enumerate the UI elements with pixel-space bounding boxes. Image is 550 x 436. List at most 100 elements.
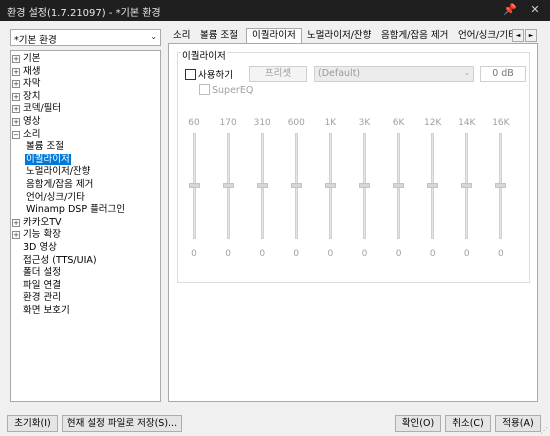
tree-item[interactable]: + 기본 xyxy=(12,53,41,65)
band-value-label: 0 xyxy=(361,249,368,259)
cancel-button[interactable]: 취소(C) xyxy=(445,415,491,432)
collapse-icon[interactable]: − xyxy=(12,130,20,139)
tree-item[interactable]: + 카카오TV xyxy=(12,217,63,229)
tab-1[interactable]: 볼륨 조절 xyxy=(195,29,243,43)
chevron-down-icon: ⌄ xyxy=(464,69,470,77)
expand-icon[interactable]: + xyxy=(12,80,20,89)
tab-3[interactable]: 노멀라이저/잔향 xyxy=(302,29,376,43)
resize-grip-icon[interactable]: ⋰ xyxy=(540,426,550,436)
expand-icon[interactable]: + xyxy=(12,55,20,63)
window-title: 환경 설정(1.7.21097) - *기본 환경 xyxy=(7,8,161,19)
tree-item-label: 코덱/필터 xyxy=(23,103,62,115)
tree-item-label: 영상 xyxy=(23,116,41,127)
tree-item[interactable]: + 자막 xyxy=(12,78,41,90)
supereq-checkbox[interactable]: SuperEQ xyxy=(199,84,253,96)
tree-item[interactable]: 3D 영상 xyxy=(22,242,58,254)
chevron-down-icon: ⌄ xyxy=(150,32,157,41)
band-frequency-label: 170 xyxy=(219,118,237,128)
tree-item[interactable]: 환경 관리 xyxy=(22,292,62,304)
preset-selector[interactable]: *기본 환경 ⌄ xyxy=(10,29,161,46)
enable-label: 사용하기 xyxy=(198,70,233,81)
band-value-label: 0 xyxy=(225,249,231,259)
band-value-label: 0 xyxy=(395,249,402,259)
tree-item-label: Winamp DSP 플러그인 xyxy=(26,204,126,216)
tree-item-label: 기능 확장 xyxy=(23,229,61,241)
band-slider-thumb[interactable] xyxy=(222,183,234,188)
tab-2[interactable]: 이퀄라이저 xyxy=(246,28,302,44)
band-slider-thumb[interactable] xyxy=(427,183,439,188)
save-current-config-button[interactable]: 현재 설정 파일로 저장(S)... xyxy=(62,415,182,432)
tree-item[interactable]: + 영상 xyxy=(12,116,41,128)
band-slider-thumb[interactable] xyxy=(188,183,200,188)
tree-item[interactable]: 볼륨 조절 xyxy=(25,141,65,153)
tree-item[interactable]: + 장치 xyxy=(12,91,41,103)
equalizer-group: 이퀄라이저 사용하기 프리셋 (Default) ⌄ 0 dB SuperEQ … xyxy=(177,48,530,283)
tree-item[interactable]: 접근성 (TTS/UIA) xyxy=(22,255,98,267)
band-frequency-label: 3K xyxy=(358,118,371,128)
tab-scroll-left-icon[interactable]: ◄ xyxy=(512,29,524,42)
band-value-label: 0 xyxy=(498,249,504,259)
band-slider-thumb[interactable] xyxy=(290,183,302,188)
expand-icon[interactable]: + xyxy=(12,92,20,101)
band-slider-thumb[interactable] xyxy=(495,183,507,188)
settings-client-area: *기본 환경 ⌄ + 기본 + 재생 + 자막 + 장치 + 코덱/필터 + 영상 − 소리 볼륨 조절 이퀄… xyxy=(0,21,550,436)
tree-item-label: 폴더 설정 xyxy=(23,267,61,279)
band-slider-thumb[interactable] xyxy=(393,183,405,188)
expand-icon[interactable]: + xyxy=(12,105,20,114)
tree-item-label: 음함게/잡음 제거 xyxy=(26,179,94,190)
tree-item[interactable]: 이퀄라이저 xyxy=(25,153,71,166)
pin-icon[interactable]: 📌 xyxy=(502,2,518,18)
tree-item[interactable]: + 기능 확장 xyxy=(12,229,62,241)
band-value-label: 0 xyxy=(259,249,266,259)
tree-item-label: 장치 xyxy=(23,90,41,102)
band-frequency-label: 14K xyxy=(458,118,476,128)
band-frequency-label: 310 xyxy=(253,118,271,128)
tree-item[interactable]: + 코덱/필터 xyxy=(12,103,62,115)
title-bar[interactable]: 환경 설정(1.7.21097) - *기본 환경 📌 ✕ xyxy=(0,0,550,21)
tree-item[interactable]: + 재생 xyxy=(12,66,41,78)
equalizer-panel: 이퀄라이저 사용하기 프리셋 (Default) ⌄ 0 dB SuperEQ … xyxy=(168,43,538,402)
tree-item-label: 재생 xyxy=(23,65,41,77)
tree-item-label: 이퀄라이저 xyxy=(25,153,71,165)
band-frequency-label: 1K xyxy=(324,118,337,128)
tab-strip: 언어/싱크/기타 음함게/잡음 제거 노멀라이저/잔향 이퀄라이저 볼륨 조절 소리 ◄ … xyxy=(168,28,538,44)
tab-0[interactable]: 소리 xyxy=(168,29,195,43)
ok-button[interactable]: 확인(O) xyxy=(395,415,441,432)
tree-item-label: 자막 xyxy=(23,78,41,90)
close-icon[interactable]: ✕ xyxy=(527,2,543,18)
expand-icon[interactable]: + xyxy=(12,118,20,126)
expand-icon[interactable]: + xyxy=(12,218,20,227)
eq-preset-dropdown[interactable]: (Default) ⌄ xyxy=(314,66,474,82)
band-slider-thumb[interactable] xyxy=(461,183,473,188)
settings-tree[interactable]: + 기본 + 재생 + 자막 + 장치 + 코덱/필터 + 영상 − 소리 볼륨 조절 이퀄라이저 노멀라이저/… xyxy=(10,50,161,402)
enable-equalizer-checkbox[interactable]: 사용하기 xyxy=(185,67,233,81)
tree-item-label: 카카오TV xyxy=(23,216,62,228)
band-frequency-label: 16K xyxy=(492,118,510,128)
band-slider-thumb[interactable] xyxy=(324,183,336,188)
tree-item[interactable]: 파일 연결 xyxy=(22,280,62,292)
tab-scroll-right-icon[interactable]: ► xyxy=(525,29,537,42)
apply-button[interactable]: 적용(A) xyxy=(495,415,541,432)
expand-icon[interactable]: + xyxy=(12,67,20,76)
tree-item[interactable]: 음함게/잡음 제거 xyxy=(25,179,94,191)
expand-icon[interactable]: + xyxy=(12,231,20,240)
band-slider-thumb[interactable] xyxy=(359,183,370,188)
band-slider-thumb[interactable] xyxy=(256,183,268,188)
tree-item[interactable]: − 소리 xyxy=(12,129,41,141)
tree-item-label: 기본 xyxy=(23,53,41,64)
tree-item[interactable]: 화면 보호기 xyxy=(22,305,71,317)
reset-button[interactable]: 초기화(I) xyxy=(7,415,58,432)
band-value-label: 0 xyxy=(429,249,436,259)
checkbox-box[interactable] xyxy=(199,84,210,95)
tree-item-label: 접근성 (TTS/UIA) xyxy=(23,254,97,266)
tree-item[interactable]: 폴더 설정 xyxy=(22,267,62,279)
tree-item[interactable]: 노멀라이저/잔향 xyxy=(25,166,91,178)
band-frequency-label: 6K xyxy=(392,118,405,128)
checkbox-box[interactable] xyxy=(185,69,196,80)
tree-item[interactable]: Winamp DSP 플러그인 xyxy=(25,204,126,216)
tree-item[interactable]: 언어/싱크/기타 xyxy=(25,192,86,204)
tree-item-label: 3D 영상 xyxy=(23,242,57,253)
preset-button[interactable]: 프리셋 xyxy=(249,66,307,82)
tab-4[interactable]: 음함게/잡음 제거 xyxy=(376,29,453,43)
preamp-value[interactable]: 0 dB xyxy=(480,66,526,82)
